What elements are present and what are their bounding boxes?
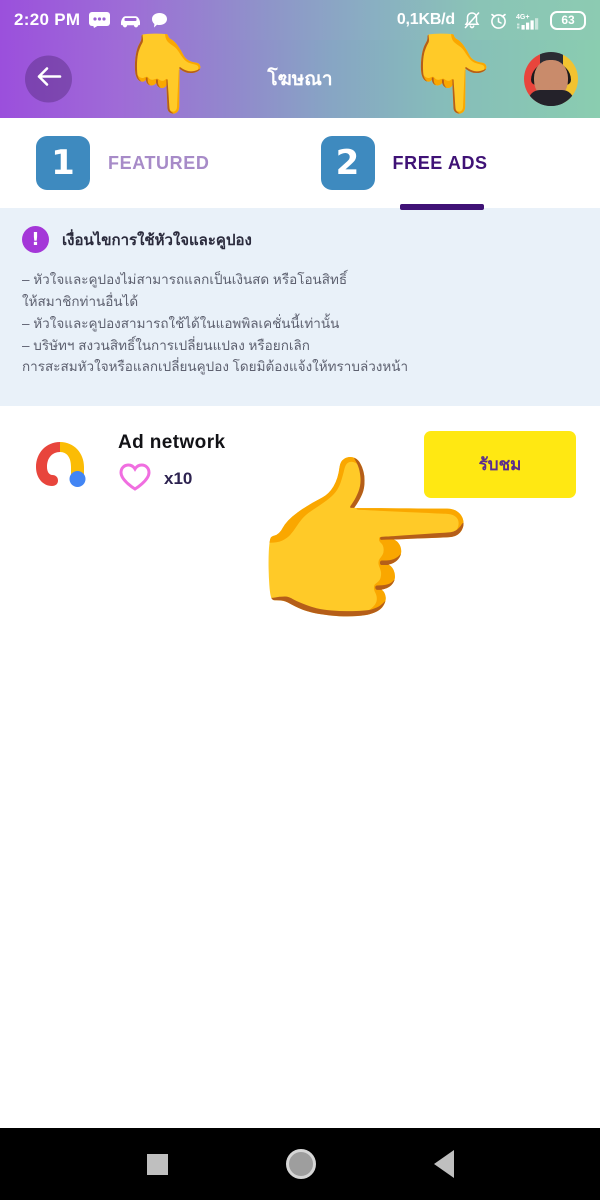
terms-title: เงื่อนไขการใช้หัวใจและคูปอง <box>62 231 252 249</box>
battery-indicator: 63 <box>550 10 586 30</box>
circle-home-icon[interactable] <box>285 1149 316 1179</box>
tab-featured[interactable]: 1 FEATURED <box>0 118 316 208</box>
terms-line: – หัวใจและคูปองสามารถใช้ได้ในแอพพิลเคชั่… <box>22 315 340 331</box>
heart-outline-icon <box>118 462 152 497</box>
active-tab-indicator <box>399 204 484 210</box>
terms-line: การสะสมหัวใจหรือแลกเปลี่ยนคูปอง โดยมิต้อ… <box>22 359 409 375</box>
tab-bar: 1 FEATURED 2 FREE ADS <box>0 118 600 210</box>
signal-4g-plus-icon: 4G+ <box>516 11 542 30</box>
network-speed: 0,1KB/d <box>396 11 455 28</box>
terms-line: – บริษัทฯ สงวนสิทธิ์ในการเปลี่ยนแปลง หรื… <box>22 337 310 353</box>
svg-text:4G+: 4G+ <box>516 14 529 21</box>
tab-free-ads-label: FREE ADS <box>392 152 488 173</box>
status-time: 2:20 PM <box>14 10 81 29</box>
avatar[interactable] <box>524 52 578 106</box>
chat-bubble-icon <box>151 12 168 29</box>
terms-line: ให้สมาชิกท่านอื่นได้ <box>22 293 139 309</box>
terms-line: – หัวใจและคูปองไม่สามารถแลกเป็นเงินสด หร… <box>22 272 348 287</box>
android-navigation-bar <box>0 1128 600 1200</box>
tab-number-badge: 2 <box>320 136 375 190</box>
terms-banner: ! เงื่อนไขการใช้หัวใจและคูปอง – หัวใจและ… <box>0 208 600 407</box>
bell-muted-icon <box>463 11 481 30</box>
status-bar: 2:20 PM 0,1KB/d 4G+ 63 <box>0 0 600 40</box>
square-recents-icon[interactable] <box>146 1153 168 1175</box>
tab-featured-label: FEATURED <box>108 152 210 173</box>
triangle-back-icon[interactable] <box>433 1150 454 1178</box>
tab-number-badge: 1 <box>36 136 90 190</box>
phone-screen: 2:20 PM 0,1KB/d 4G+ 63 โฆษณา 1 FEATURED … <box>0 0 600 1200</box>
status-bar-left: 2:20 PM <box>14 10 168 30</box>
reward-count: x10 <box>164 469 193 489</box>
hand-pointing-down-icon: 👇 <box>118 31 213 116</box>
status-bar-right: 0,1KB/d 4G+ 63 <box>396 10 586 30</box>
exclamation-circle-icon: ! <box>22 226 49 253</box>
hand-pointing-right-icon: 👉 <box>248 444 479 650</box>
terms-banner-header: ! เงื่อนไขการใช้หัวใจและคูปอง <box>22 226 578 253</box>
car-icon <box>119 13 142 28</box>
app-header: โฆษณา <box>0 40 600 118</box>
avatar-body <box>528 90 574 106</box>
applovin-logo <box>24 428 96 500</box>
hand-pointing-down-icon: 👇 <box>404 31 499 116</box>
alarm-clock-icon <box>489 11 508 30</box>
message-icon <box>89 12 111 28</box>
page-title: โฆษณา <box>267 69 333 90</box>
tab-free-ads[interactable]: 2 FREE ADS <box>316 118 600 210</box>
